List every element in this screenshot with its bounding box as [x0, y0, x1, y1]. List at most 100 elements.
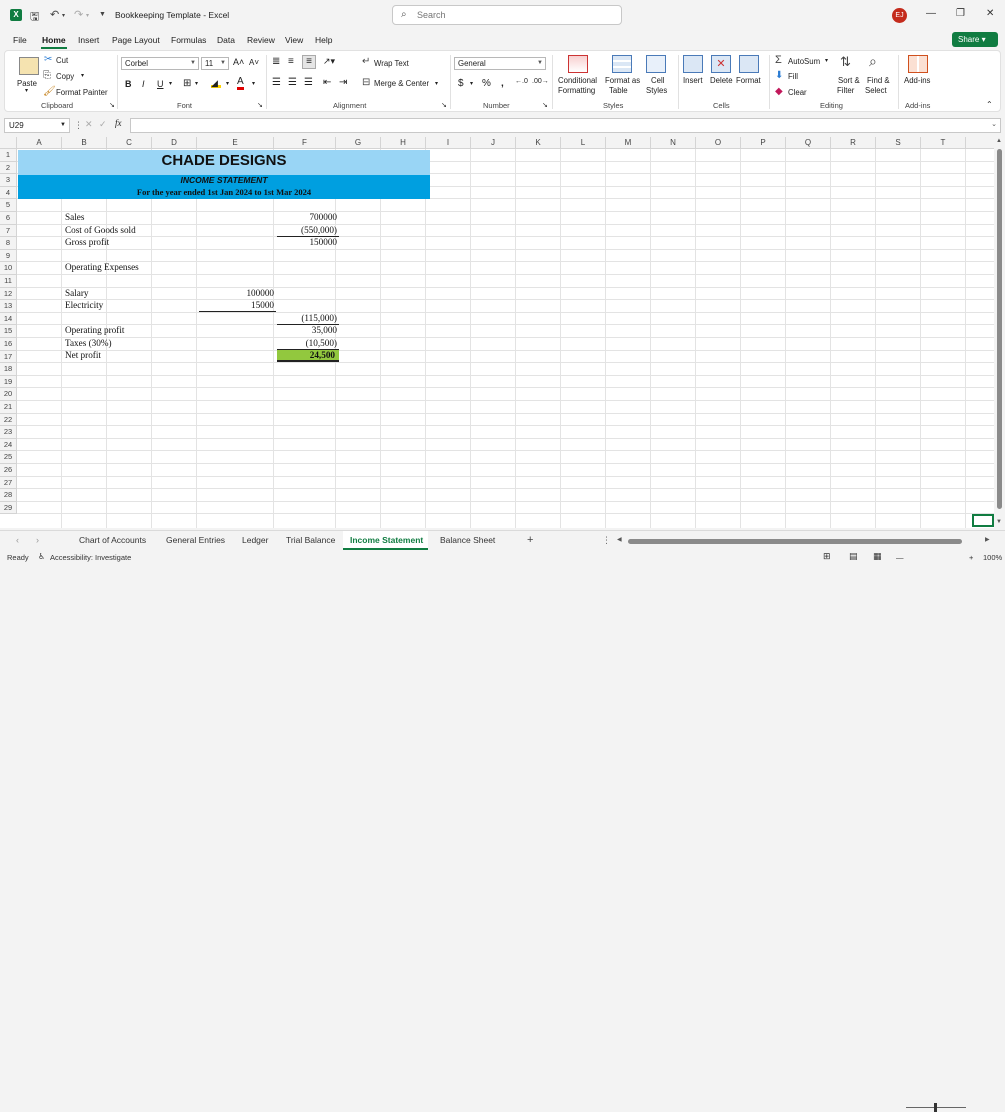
column-header-b[interactable]: B: [62, 137, 107, 149]
alignment-launcher-icon[interactable]: ↘: [441, 101, 447, 109]
column-header-r[interactable]: R: [831, 137, 876, 149]
confirm-entry-icon[interactable]: ✓: [99, 119, 107, 130]
sheet-tab-ledger[interactable]: Ledger: [242, 535, 268, 545]
row-header-25[interactable]: 25: [0, 451, 17, 464]
operating-profit-label[interactable]: Operating profit: [65, 325, 124, 335]
sales-value[interactable]: 700000: [277, 212, 337, 222]
fill-color-dropdown-icon[interactable]: ▾: [226, 80, 229, 87]
clear-button[interactable]: Clear: [788, 88, 807, 97]
cogs-value[interactable]: (550,000): [277, 225, 337, 235]
column-header-c[interactable]: C: [107, 137, 152, 149]
user-avatar[interactable]: EJ: [892, 8, 907, 23]
search-input[interactable]: [417, 8, 607, 22]
format-cells-button[interactable]: Format: [736, 76, 761, 85]
column-header-n[interactable]: N: [651, 137, 696, 149]
column-header-i[interactable]: I: [426, 137, 471, 149]
sheet-tab-balance-sheet[interactable]: Balance Sheet: [440, 535, 495, 545]
clipboard-launcher-icon[interactable]: ↘: [109, 101, 115, 109]
row-header-16[interactable]: 16: [0, 338, 17, 351]
add-ins-button[interactable]: Add-ins: [904, 76, 930, 85]
row-header-20[interactable]: 20: [0, 388, 17, 401]
row-header-11[interactable]: 11: [0, 275, 17, 288]
merge-dropdown-icon[interactable]: ▾: [435, 80, 438, 87]
cell-styles-label[interactable]: Cell: [651, 76, 664, 85]
zoom-in-icon[interactable]: +: [969, 553, 973, 562]
currency-dropdown-icon[interactable]: ▾: [470, 80, 473, 87]
row-header-7[interactable]: 7: [0, 224, 17, 238]
page-layout-view-icon[interactable]: ▤: [849, 551, 858, 562]
row-header-5[interactable]: 5: [0, 199, 17, 212]
format-painter-button[interactable]: Format Painter: [56, 88, 108, 97]
underline-icon[interactable]: U: [157, 79, 164, 89]
row-header-18[interactable]: 18: [0, 363, 17, 376]
align-middle-icon[interactable]: ≡: [288, 56, 294, 67]
column-header-d[interactable]: D: [152, 137, 197, 149]
font-launcher-icon[interactable]: ↘: [257, 101, 263, 109]
undo-dropdown-icon[interactable]: ▾: [62, 12, 65, 19]
vertical-scrollbar[interactable]: ▲ ▼: [994, 137, 1005, 530]
sheet-tab-chart-of-accounts[interactable]: Chart of Accounts: [79, 535, 146, 545]
fill-color-icon[interactable]: ◢: [211, 78, 221, 88]
percent-icon[interactable]: %: [482, 78, 491, 89]
increase-font-icon[interactable]: A˄: [233, 57, 244, 67]
row-header-23[interactable]: 23: [0, 426, 17, 439]
insert-cells-button[interactable]: Insert: [683, 76, 703, 85]
column-header-j[interactable]: J: [471, 137, 516, 149]
row-header-26[interactable]: 26: [0, 464, 17, 477]
share-button[interactable]: Share ▾: [952, 32, 998, 47]
column-header-p[interactable]: P: [741, 137, 786, 149]
find-select-label-2[interactable]: Select: [865, 86, 887, 95]
number-launcher-icon[interactable]: ↘: [542, 101, 548, 109]
currency-icon[interactable]: $: [458, 78, 464, 89]
column-header-m[interactable]: M: [606, 137, 651, 149]
add-sheet-icon[interactable]: +: [527, 534, 533, 546]
operating-expenses-label[interactable]: Operating Expenses: [65, 262, 139, 272]
menu-view[interactable]: View: [285, 35, 303, 45]
wrap-text-button[interactable]: Wrap Text: [374, 59, 409, 68]
font-color-dropdown-icon[interactable]: ▾: [252, 80, 255, 87]
sheet-tab-general-entries[interactable]: General Entries: [166, 535, 225, 545]
menu-page-layout[interactable]: Page Layout: [112, 35, 160, 45]
font-color-icon[interactable]: A: [237, 76, 244, 90]
row-header-1[interactable]: 1: [0, 149, 17, 162]
autosum-dropdown-icon[interactable]: ▾: [825, 57, 828, 64]
restore-icon[interactable]: ❐: [956, 8, 965, 19]
page-break-view-icon[interactable]: ▦: [873, 551, 882, 562]
sheet-tab-trial-balance[interactable]: Trial Balance: [286, 535, 335, 545]
copy-dropdown-icon[interactable]: ▾: [81, 72, 84, 79]
row-header-4[interactable]: 4: [0, 186, 17, 200]
format-as-table-label[interactable]: Format as: [605, 76, 640, 85]
active-cell-cursor[interactable]: [972, 514, 994, 527]
menu-file[interactable]: File: [13, 35, 27, 45]
align-top-icon[interactable]: ≣: [272, 56, 280, 67]
number-format-combo[interactable]: General ▼: [454, 57, 546, 70]
collapse-ribbon-icon[interactable]: ⌃: [986, 100, 993, 109]
menu-data[interactable]: Data: [217, 35, 235, 45]
taxes-value[interactable]: (10,500): [277, 338, 337, 348]
undo-icon[interactable]: ↶: [50, 8, 59, 21]
column-header-o[interactable]: O: [696, 137, 741, 149]
row-header-15[interactable]: 15: [0, 325, 17, 338]
sales-label[interactable]: Sales: [65, 212, 84, 222]
paste-icon[interactable]: [19, 57, 39, 75]
customize-toolbar-icon[interactable]: ▼: [99, 11, 106, 18]
underline-dropdown-icon[interactable]: ▾: [169, 80, 172, 87]
font-name-combo[interactable]: Corbel ▼: [121, 57, 199, 70]
menu-home[interactable]: Home: [42, 35, 66, 45]
align-left-icon[interactable]: ☰: [272, 77, 281, 88]
conditional-formatting-label[interactable]: Conditional: [558, 76, 597, 85]
row-header-8[interactable]: 8: [0, 237, 17, 250]
bold-icon[interactable]: B: [125, 79, 132, 89]
row-header-13[interactable]: 13: [0, 300, 17, 313]
electricity-value[interactable]: 15000: [200, 300, 274, 310]
accessibility-status[interactable]: Accessibility: Investigate: [50, 553, 131, 562]
scroll-up-icon[interactable]: ▲: [996, 138, 1002, 144]
column-header-e[interactable]: E: [197, 137, 274, 149]
name-box[interactable]: U29 ▼: [4, 118, 70, 133]
more-sheets-icon[interactable]: ⋮: [602, 535, 611, 546]
autosum-button[interactable]: AutoSum: [788, 57, 820, 66]
sort-filter-label-2[interactable]: Filter: [837, 86, 854, 95]
sheet-tab-income-statement[interactable]: Income Statement: [350, 535, 423, 545]
column-header-g[interactable]: G: [336, 137, 381, 149]
row-header-6[interactable]: 6: [0, 212, 17, 225]
